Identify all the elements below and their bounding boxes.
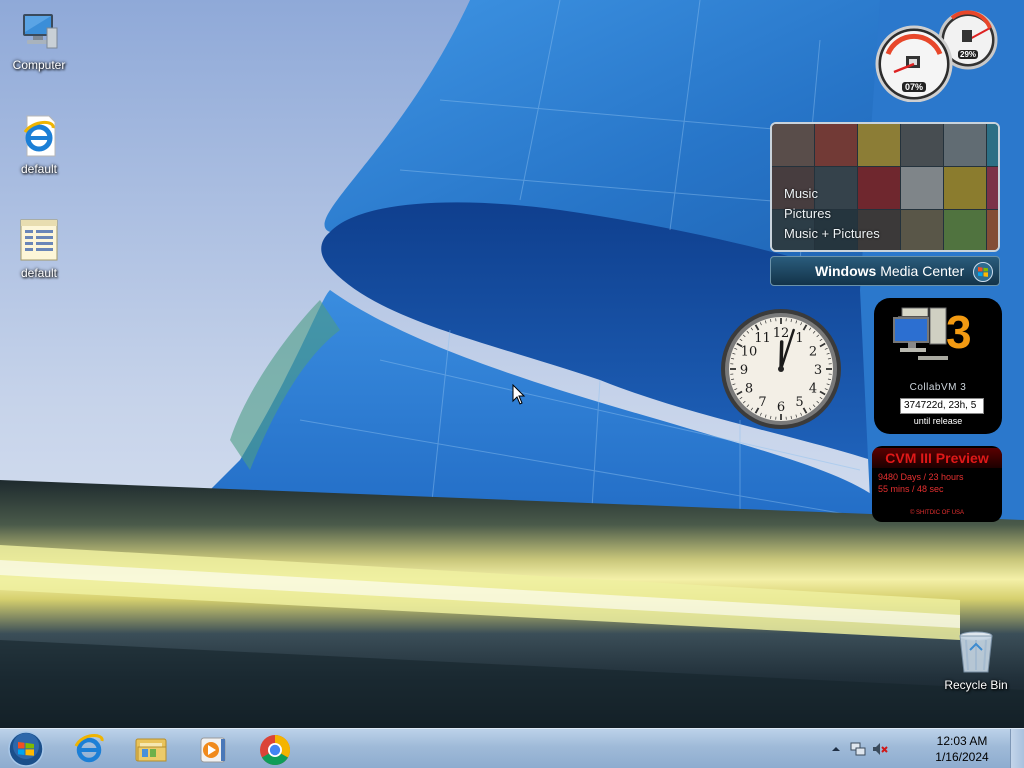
chrome-icon — [260, 735, 291, 766]
cvm-preview-countdown-gadget[interactable]: CVM III Preview 9480 Days / 23 hours 55 … — [872, 446, 1002, 522]
media-center-launch-bar[interactable]: Windows Media Center — [770, 256, 1000, 286]
document-file-icon — [15, 216, 63, 264]
folder-libraries-icon — [135, 738, 167, 762]
desktop-icon-label: Recycle Bin — [944, 678, 1008, 692]
collabvm3-big-number: 3 — [946, 306, 972, 358]
collabvm3-countdown-gadget[interactable]: 3 CollabVM 3 374722d, 23h, 5 until relea… — [874, 298, 1002, 434]
computer-icon — [893, 307, 948, 360]
clock-numeral: 11 — [754, 331, 771, 346]
cvm-preview-footer: © SHITDIC OF USA — [909, 510, 965, 516]
show-desktop-button[interactable] — [1010, 729, 1024, 768]
clock-numeral: 1 — [795, 331, 803, 346]
collabvm3-title: CollabVM 3 — [909, 382, 967, 393]
media-center-music[interactable]: Music — [784, 184, 880, 204]
taskbar-clock-date[interactable]: 1/16/2024 — [928, 750, 996, 764]
desktop-icon-label: default — [20, 162, 58, 176]
cvm-preview-mins-secs: 55 mins / 48 sec — [878, 484, 944, 494]
clock-numeral: 12 — [773, 326, 790, 341]
desktop-icon-default-shortcut[interactable]: default — [1, 112, 77, 176]
media-center-pictures[interactable]: Pictures — [784, 204, 880, 224]
volume-muted-icon[interactable] — [872, 741, 888, 757]
internet-explorer-icon — [74, 734, 104, 763]
internet-explorer-shortcut-icon — [15, 112, 63, 160]
computer-icon — [15, 8, 63, 56]
media-center-music-pictures[interactable]: Music + Pictures — [784, 224, 880, 244]
cpu-usage-readout: 07% — [902, 82, 927, 92]
windows-media-player-icon — [200, 737, 226, 763]
show-hidden-icons-arrow[interactable] — [828, 741, 844, 757]
media-center-brand-strong: Windows — [815, 263, 877, 279]
collabvm3-until-label: until release — [913, 416, 963, 426]
clock-numeral: 3 — [814, 363, 822, 378]
cvm-preview-days-hours: 9480 Days / 23 hours — [878, 472, 964, 482]
desktop-icon-label: default — [20, 266, 58, 280]
recycle-bin-icon — [952, 628, 1000, 676]
taskbar: 12:03 AM 1/16/2024 — [0, 728, 1024, 768]
desktop-icon-recycle-bin[interactable]: Recycle Bin — [936, 628, 1016, 692]
network-icon[interactable] — [850, 741, 866, 757]
taskbar-file-explorer[interactable] — [124, 731, 178, 767]
taskbar-media-player[interactable] — [186, 731, 240, 767]
taskbar-internet-explorer[interactable] — [62, 731, 116, 767]
media-center-gadget[interactable]: Music Pictures Music + Pictures Windows … — [770, 122, 1000, 288]
clock-numeral: 9 — [740, 363, 748, 378]
collabvm3-countdown: 374722d, 23h, 5 — [900, 398, 984, 414]
clock-numeral: 7 — [758, 395, 766, 410]
memory-usage-readout: 29% — [958, 50, 979, 59]
taskbar-chrome[interactable] — [248, 731, 302, 767]
windows-logo-icon — [973, 262, 993, 282]
start-button[interactable] — [4, 730, 48, 768]
desktop-icon-computer[interactable]: Computer — [1, 8, 77, 72]
taskbar-clock-time[interactable]: 12:03 AM — [928, 734, 996, 748]
clock-numeral: 8 — [745, 382, 753, 397]
media-center-brand-light: Media Center — [876, 263, 965, 279]
desktop-icon-default-document[interactable]: default — [1, 216, 77, 280]
clock-numeral: 10 — [741, 345, 758, 360]
notification-area: 12:03 AM 1/16/2024 — [826, 729, 996, 768]
clock-numeral: 4 — [809, 382, 817, 397]
clock-numeral: 6 — [777, 400, 785, 415]
cpu-meter-gadget[interactable]: 07% 29% — [872, 6, 1000, 103]
desktop-icon-label: Computer — [12, 58, 66, 72]
mouse-pointer-icon — [512, 383, 526, 406]
windows-start-orb-icon — [8, 731, 44, 767]
media-center-menu: Music Pictures Music + Pictures — [784, 184, 880, 244]
clock-numeral: 2 — [809, 345, 817, 360]
clock-numeral: 5 — [795, 395, 803, 410]
desktop-wallpaper — [0, 0, 1024, 728]
cvm-preview-title: CVM III Preview — [872, 448, 1002, 468]
clock-gadget[interactable]: 12 1 2 3 4 5 6 7 8 9 10 11 — [718, 306, 844, 432]
